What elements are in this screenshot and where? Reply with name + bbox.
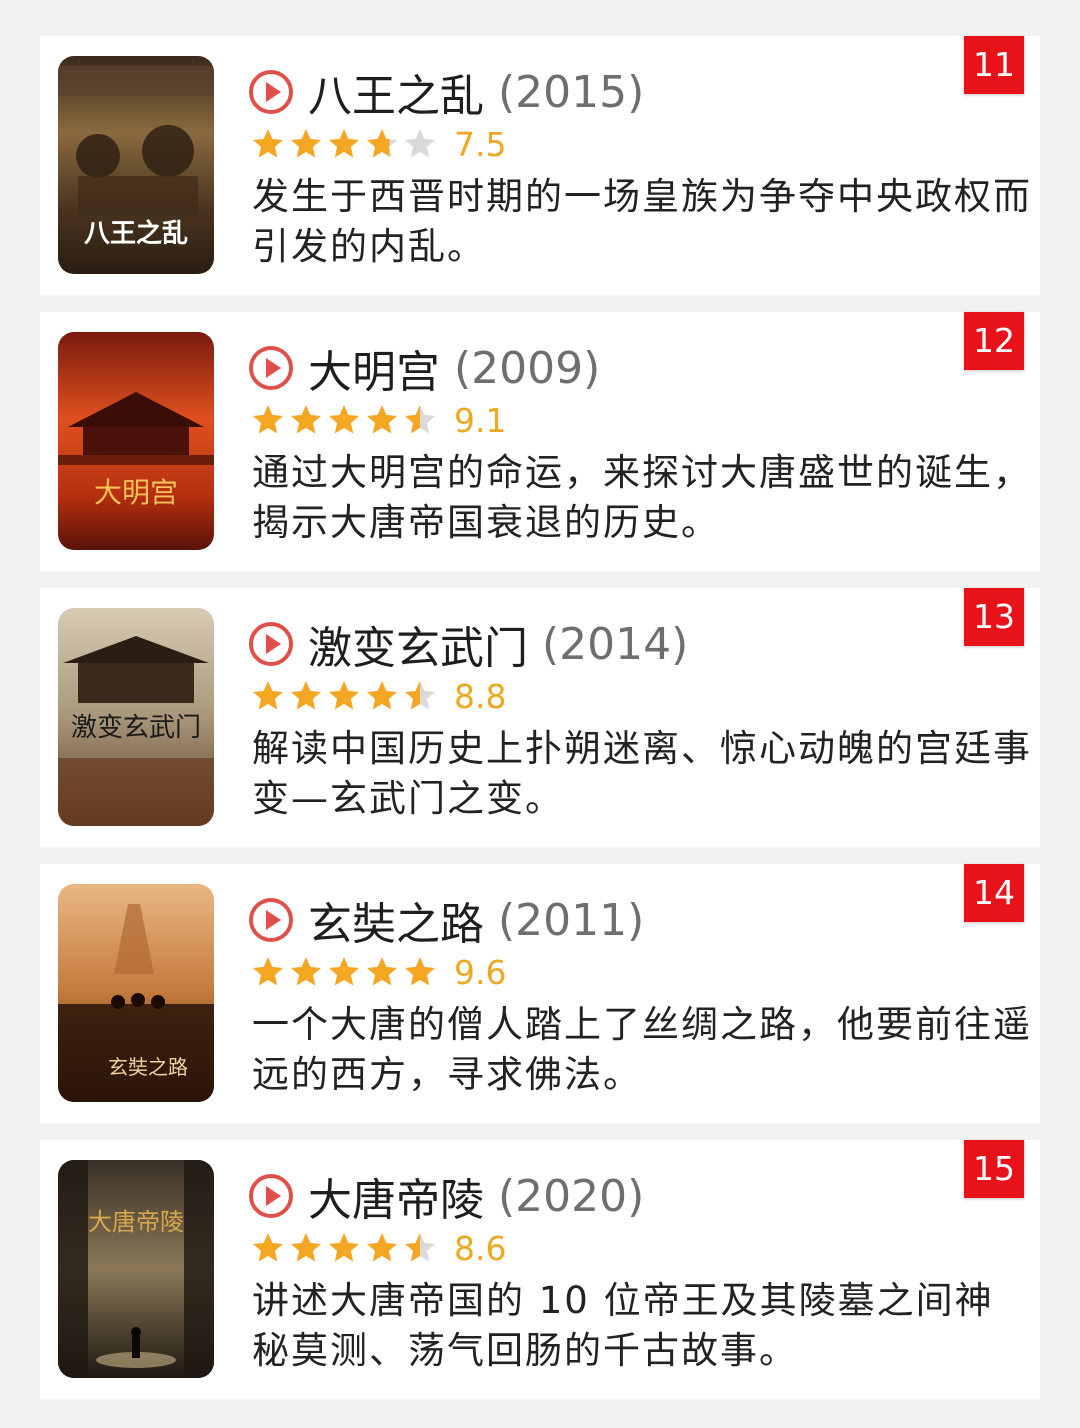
release-year: (2011) [498, 894, 645, 946]
star-icon [291, 681, 321, 710]
play-icon[interactable] [248, 1173, 294, 1219]
play-icon[interactable] [248, 897, 294, 943]
star-icon [329, 1233, 359, 1262]
documentary-title[interactable]: 激变玄武门 [308, 612, 528, 676]
title-row: 八王之乱 (2015) [248, 60, 644, 124]
list-item[interactable]: 大唐帝陵 15 大唐帝陵 (2020) 8.6 讲述大唐帝国的 10 位帝王及其… [40, 1140, 1040, 1399]
star-icon [405, 129, 435, 158]
star-icon [253, 957, 283, 986]
star-icon [329, 681, 359, 710]
poster-title-text: 八王之乱 [84, 218, 188, 249]
star-icon [405, 681, 435, 710]
title-row: 大明宫 (2009) [248, 336, 600, 400]
documentary-description: 解读中国历史上扑朔迷离、惊心动魄的宫廷事变—玄武门之变。 [252, 727, 1032, 820]
title-row: 玄奘之路 (2011) [248, 888, 644, 952]
documentary-title[interactable]: 大明宫 [308, 336, 440, 400]
rank-badge: 12 [964, 312, 1024, 370]
rank-badge: 15 [964, 1140, 1024, 1198]
poster-image[interactable]: 玄奘之路 [58, 884, 214, 1102]
play-icon[interactable] [248, 621, 294, 667]
release-year: (2020) [498, 1170, 645, 1222]
star-rating [250, 954, 440, 990]
star-icon [329, 405, 359, 434]
star-icon [291, 957, 321, 986]
documentary-title[interactable]: 玄奘之路 [308, 888, 484, 952]
rating-row: 9.6 [250, 952, 506, 992]
title-row: 大唐帝陵 (2020) [248, 1164, 644, 1228]
poster-title-text: 大明宫 [94, 476, 178, 509]
star-icon [367, 129, 397, 158]
star-icon [291, 405, 321, 434]
release-year: (2009) [454, 342, 601, 394]
star-icon [367, 405, 397, 434]
rank-badge: 14 [964, 864, 1024, 922]
rating-row: 8.6 [250, 1228, 506, 1268]
poster-image[interactable]: 激变玄武门 [58, 608, 214, 826]
poster-image[interactable]: 八王之乱 [58, 56, 214, 274]
play-icon[interactable] [248, 69, 294, 115]
rank-badge: 13 [964, 588, 1024, 646]
star-icon [253, 1233, 283, 1262]
poster-title-text: 大唐帝陵 [88, 1208, 184, 1236]
rating-score: 8.8 [454, 676, 507, 716]
release-year: (2014) [542, 618, 689, 670]
release-year: (2015) [498, 66, 645, 118]
star-icon [253, 129, 283, 158]
star-icon [405, 1233, 435, 1262]
list-item[interactable]: 八王之乱 11 八王之乱 (2015) 7.5 发生于西晋时期的一场皇族为争夺中… [40, 36, 1040, 295]
star-icon [405, 957, 435, 986]
star-icon [253, 681, 283, 710]
documentary-description: 一个大唐的僧人踏上了丝绸之路，他要前往遥远的西方，寻求佛法。 [252, 1003, 1032, 1096]
rating-score: 9.1 [454, 400, 507, 440]
poster-image[interactable]: 大唐帝陵 [58, 1160, 214, 1378]
list-item[interactable]: 激变玄武门 13 激变玄武门 (2014) 8.8 解读中国历史上扑朔迷离、惊心… [40, 588, 1040, 847]
star-icon [367, 681, 397, 710]
star-icon [329, 129, 359, 158]
play-icon[interactable] [248, 345, 294, 391]
star-icon [253, 405, 283, 434]
star-rating [250, 402, 440, 438]
documentary-list: 八王之乱 11 八王之乱 (2015) 7.5 发生于西晋时期的一场皇族为争夺中… [40, 36, 1040, 1399]
rating-row: 9.1 [250, 400, 506, 440]
star-rating [250, 678, 440, 714]
poster-title-text: 玄奘之路 [108, 1055, 188, 1079]
documentary-title[interactable]: 大唐帝陵 [308, 1164, 484, 1228]
star-icon [329, 957, 359, 986]
documentary-title[interactable]: 八王之乱 [308, 60, 484, 124]
list-item[interactable]: 玄奘之路 14 玄奘之路 (2011) 9.6 一个大唐的僧人踏上了丝绸之路，他… [40, 864, 1040, 1123]
rating-score: 9.6 [454, 952, 507, 992]
list-item[interactable]: 大明宫 12 大明宫 (2009) 9.1 通过大明宫的命运，来探讨大唐盛世的诞… [40, 312, 1040, 571]
rating-score: 8.6 [454, 1228, 507, 1268]
star-icon [291, 129, 321, 158]
rating-row: 8.8 [250, 676, 506, 716]
poster-title-text: 激变玄武门 [71, 713, 201, 743]
rating-row: 7.5 [250, 124, 506, 164]
star-icon [405, 405, 435, 434]
rank-badge: 11 [964, 36, 1024, 94]
poster-image[interactable]: 大明宫 [58, 332, 214, 550]
star-icon [367, 1233, 397, 1262]
star-icon [367, 957, 397, 986]
rating-score: 7.5 [454, 124, 507, 164]
documentary-description: 讲述大唐帝国的 10 位帝王及其陵墓之间神秘莫测、荡气回肠的千古故事。 [252, 1279, 994, 1372]
star-rating [250, 1230, 440, 1266]
star-rating [250, 126, 440, 162]
documentary-description: 发生于西晋时期的一场皇族为争夺中央政权而引发的内乱。 [252, 175, 1032, 268]
title-row: 激变玄武门 (2014) [248, 612, 688, 676]
star-icon [291, 1233, 321, 1262]
documentary-description: 通过大明宫的命运，来探讨大唐盛世的诞生，揭示大唐帝国衰退的历史。 [252, 451, 1032, 544]
